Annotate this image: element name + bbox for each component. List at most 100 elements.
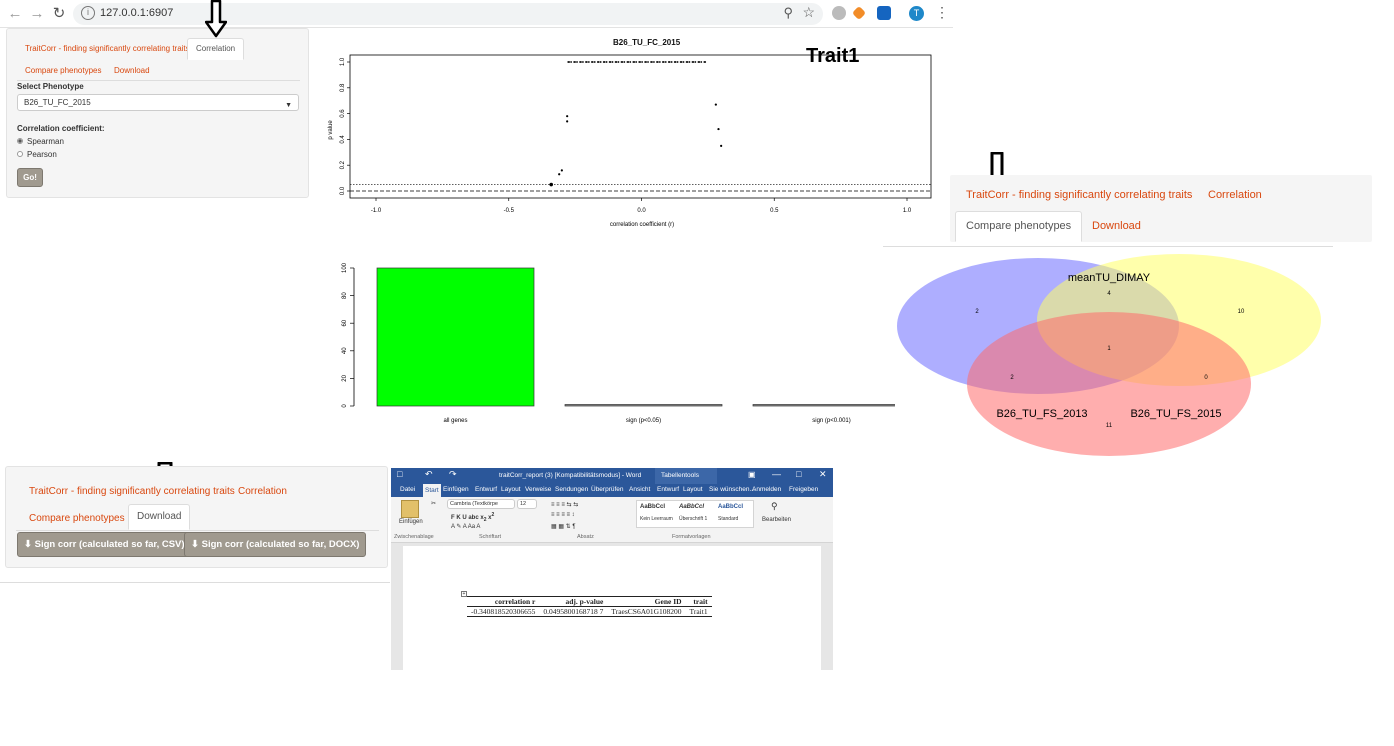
x-tick-label: 0.0 <box>637 208 646 214</box>
tab-traitcorr-title[interactable]: TraitCorr - finding significantly correl… <box>966 189 1192 201</box>
tab-traitcorr-title[interactable]: TraitCorr - finding significantly correl… <box>25 44 190 53</box>
reload-icon[interactable]: ↻ <box>50 5 68 23</box>
cut-icon[interactable]: ✂ <box>431 500 436 507</box>
menu-table-layout[interactable]: Layout <box>683 486 703 493</box>
close-icon[interactable]: ✕ <box>819 469 827 480</box>
word-page[interactable]: + correlation r adj. p-value Gene ID tra… <box>403 546 821 670</box>
scatter-point <box>698 61 701 63</box>
forward-icon[interactable]: → <box>28 5 46 23</box>
text-color-controls[interactable]: A ✎ A Aa A <box>451 523 480 530</box>
shading-buttons[interactable]: ▦ ▦ ⇅ ¶ <box>551 523 576 530</box>
address-bar[interactable]: i 127.0.0.1:6907 ⚲ ☆ <box>73 3 823 25</box>
menu-mailings[interactable]: Sendungen <box>555 486 588 493</box>
edit-label[interactable]: Bearbeiten <box>762 517 791 523</box>
table-cell[interactable]: TraesCS6A01G108200 <box>607 606 686 617</box>
table-cell[interactable]: -0.340818520306655 <box>467 606 540 617</box>
tab-correlation[interactable]: Correlation <box>238 486 287 497</box>
tab-traitcorr-title[interactable]: TraitCorr - finding significantly correl… <box>29 486 235 497</box>
info-icon[interactable]: i <box>81 6 95 20</box>
tab-compare-phenotypes[interactable]: Compare phenotypes <box>29 513 125 524</box>
list-buttons[interactable]: ≡ ≡ ≡ ⇆ ⇆ <box>551 501 578 508</box>
word-window: □ ↶ ↷ traitCorr_report (3) [Kompatibilit… <box>391 468 833 670</box>
maximize-icon[interactable]: □ <box>796 469 801 479</box>
down-arrow-icon <box>205 0 227 38</box>
scatter-point <box>585 61 588 63</box>
menu-tell-me[interactable]: Sie wünschen... <box>709 486 755 493</box>
radio-pearson[interactable]: Pearson <box>17 150 57 159</box>
scatter-point <box>662 61 665 63</box>
y-tick-label: 80 <box>342 292 348 299</box>
bookmark-star-icon[interactable]: ☆ <box>802 4 815 21</box>
tab-compare-phenotypes[interactable]: Compare phenotypes <box>25 66 102 75</box>
y-tick-label: 100 <box>342 262 348 273</box>
word-menubar: Datei Start Einfügen Entwurf Layout Verw… <box>391 484 833 497</box>
bold-button[interactable]: F K U abc x2 x2 <box>451 512 494 523</box>
radio-selected-icon[interactable] <box>17 137 23 144</box>
download-docx-button[interactable]: ⬇ Sign corr (calculated so far, DOCX) <box>184 532 367 557</box>
radio-spearman[interactable]: Spearman <box>17 137 64 146</box>
table-cell[interactable]: Trait1 <box>685 606 712 617</box>
menu-share[interactable]: Freigeben <box>789 486 818 493</box>
paste-icon[interactable] <box>401 500 419 518</box>
profile-avatar[interactable]: T <box>909 6 924 21</box>
styles-gallery[interactable]: AaBbCcI AaBbCcI AaBbCcI Kein Leerraum Üb… <box>636 500 754 528</box>
bar-category-label: sign (p<0.001) <box>812 418 851 424</box>
table-cell[interactable]: 0.0495800168718 7 <box>539 606 608 617</box>
menu-insert[interactable]: Einfügen <box>443 486 469 493</box>
align-buttons[interactable]: ≡ ≡ ≡ ≡ ↕ <box>551 512 575 518</box>
url-text[interactable]: 127.0.0.1:6907 <box>100 7 173 19</box>
ribbon-options-icon[interactable]: ▣ <box>748 470 756 479</box>
menu-references[interactable]: Verweise <box>525 486 551 493</box>
table-header-cell: trait <box>685 596 712 607</box>
download-icon: ⬇ <box>191 539 199 550</box>
search-icon[interactable]: ⚲ <box>771 501 778 512</box>
key-extension-icon[interactable] <box>851 5 867 21</box>
bar <box>564 404 723 407</box>
scatter-point <box>623 61 626 63</box>
menu-table-design[interactable]: Entwurf <box>657 486 679 493</box>
kebab-menu-icon[interactable]: ⋮ <box>935 4 949 21</box>
phenotype-select[interactable]: B26_TU_FC_2015 ▼ <box>17 94 299 111</box>
tab-compare-phenotypes[interactable]: Compare phenotypes <box>955 211 1083 242</box>
scatter-point <box>558 173 561 176</box>
menu-file[interactable]: Datei <box>400 486 415 493</box>
menu-start[interactable]: Start <box>423 484 441 497</box>
y-tick-label: 0.4 <box>340 135 346 144</box>
scatter-point <box>664 61 667 63</box>
paste-label[interactable]: Einfügen <box>399 519 423 525</box>
font-name-select[interactable]: Cambria (Textkörpe <box>447 499 515 509</box>
menu-design[interactable]: Entwurf <box>475 486 497 493</box>
tab-divider <box>17 80 300 81</box>
menu-sign-in[interactable]: Anmelden <box>752 486 781 493</box>
table-tools-label: Tabellentools <box>655 468 717 484</box>
font-size-select[interactable]: 12 <box>517 499 537 509</box>
redo-icon[interactable]: ↷ <box>449 469 457 480</box>
tab-download[interactable]: Download <box>128 504 191 530</box>
back-icon[interactable]: ← <box>6 5 24 23</box>
dense-point-band <box>567 61 707 63</box>
radio-unselected-icon[interactable] <box>17 150 23 157</box>
tab-download[interactable]: Download <box>1092 220 1141 232</box>
document-title: traitCorr_report (3) [Kompatibilitätsmod… <box>499 472 642 479</box>
venn-set-B26_TU_FS_2015 <box>967 312 1251 456</box>
scatter-point <box>656 61 659 63</box>
tab-correlation[interactable]: Correlation <box>187 38 245 60</box>
zoom-icon[interactable]: ⚲ <box>783 5 793 21</box>
shield-extension-icon[interactable] <box>877 6 891 20</box>
tab-correlation[interactable]: Correlation <box>1208 189 1262 201</box>
extension-icon[interactable] <box>832 6 846 20</box>
scatter-point <box>609 61 612 63</box>
download-csv-button[interactable]: ⬇ Sign corr (calculated so far, CSV) <box>17 532 192 557</box>
save-icon[interactable]: □ <box>397 469 402 479</box>
scatter-point <box>676 61 679 63</box>
go-button[interactable]: Go! <box>17 168 43 187</box>
undo-icon[interactable]: ↶ <box>425 469 433 480</box>
scatter-point <box>720 144 723 147</box>
menu-review[interactable]: Überprüfen <box>591 486 624 493</box>
menu-layout[interactable]: Layout <box>501 486 521 493</box>
scatter-point <box>714 103 717 106</box>
tab-download[interactable]: Download <box>114 66 150 75</box>
scatter-point <box>688 61 691 63</box>
minimize-icon[interactable]: — <box>772 469 781 479</box>
menu-view[interactable]: Ansicht <box>629 486 650 493</box>
